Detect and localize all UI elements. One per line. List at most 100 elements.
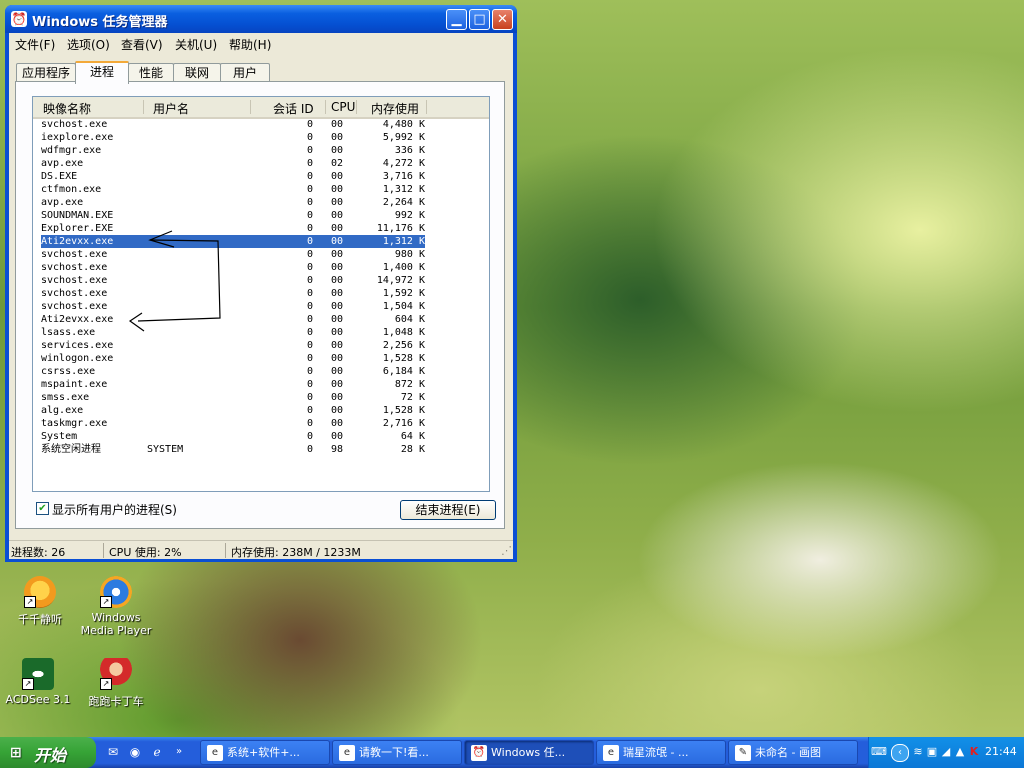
- menu-view[interactable]: 查看(V): [121, 36, 163, 53]
- column-divider[interactable]: [143, 100, 144, 114]
- table-row[interactable]: SOUNDMAN.EXE 0 00 992 K: [33, 209, 489, 222]
- process-name: svchost.exe: [41, 275, 108, 286]
- tab-applications[interactable]: 应用程序: [16, 63, 76, 82]
- process-session: 0: [306, 184, 313, 195]
- minimize-button[interactable]: ▁: [446, 9, 467, 30]
- task-button[interactable]: ✎ 未命名 - 画图: [728, 740, 858, 765]
- process-cpu: 00: [330, 288, 343, 299]
- window-title: Windows 任务管理器: [32, 15, 168, 30]
- column-image-name[interactable]: 映像名称: [43, 100, 91, 117]
- start-label: 开始: [34, 746, 67, 765]
- process-cpu: 00: [330, 223, 343, 234]
- task-button-active[interactable]: ⏰ Windows 任...: [464, 740, 594, 765]
- tab-networking[interactable]: 联网: [173, 63, 221, 82]
- table-row[interactable]: csrss.exe 0 00 6,184 K: [33, 365, 489, 378]
- end-process-button[interactable]: 结束进程(E): [400, 500, 496, 520]
- table-row[interactable]: System 0 00 64 K: [33, 430, 489, 443]
- msn-icon[interactable]: ✉: [104, 743, 122, 761]
- start-button[interactable]: ⊞ 开始: [0, 737, 96, 768]
- process-cpu: 00: [330, 366, 343, 377]
- table-row[interactable]: alg.exe 0 00 1,528 K: [33, 404, 489, 417]
- tab-processes[interactable]: 进程: [75, 61, 129, 84]
- menu-file[interactable]: 文件(F): [15, 36, 55, 53]
- table-row[interactable]: svchost.exe 0 00 1,504 K: [33, 300, 489, 313]
- table-row[interactable]: svchost.exe 0 00 4,480 K: [33, 118, 489, 131]
- internet-explorer-icon[interactable]: ℯ: [148, 743, 166, 761]
- table-row[interactable]: svchost.exe 0 00 980 K: [33, 248, 489, 261]
- process-memory: 1,048 K: [382, 327, 425, 338]
- desktop-icon-acdsee[interactable]: ↗ ACDSee 3.1: [0, 658, 76, 706]
- table-row[interactable]: DS.EXE 0 00 3,716 K: [33, 170, 489, 183]
- table-row[interactable]: iexplore.exe 0 00 5,992 K: [33, 131, 489, 144]
- task-button[interactable]: e 瑞星流氓 - ...: [596, 740, 726, 765]
- menu-help[interactable]: 帮助(H): [229, 36, 271, 53]
- column-cpu[interactable]: CPU: [331, 100, 355, 114]
- table-row[interactable]: svchost.exe 0 00 1,400 K: [33, 261, 489, 274]
- tab-performance[interactable]: 性能: [128, 63, 174, 82]
- process-memory: 11,176 K: [376, 223, 425, 234]
- menu-shutdown[interactable]: 关机(U): [175, 36, 217, 53]
- media-player-small-icon[interactable]: ◉: [126, 743, 144, 761]
- desktop-icon-label: 千千静听: [18, 613, 62, 626]
- wireless-icon[interactable]: ≋: [911, 745, 925, 759]
- table-row[interactable]: smss.exe 0 00 72 K: [33, 391, 489, 404]
- table-row[interactable]: svchost.exe 0 00 14,972 K: [33, 274, 489, 287]
- table-row[interactable]: wdfmgr.exe 0 00 336 K: [33, 144, 489, 157]
- task-button[interactable]: e 系统+软件+...: [200, 740, 330, 765]
- table-row[interactable]: 系统空闲进程 SYSTEM 0 98 28 K: [33, 443, 489, 456]
- process-memory: 14,972 K: [376, 275, 425, 286]
- table-row[interactable]: lsass.exe 0 00 1,048 K: [33, 326, 489, 339]
- column-divider[interactable]: [250, 100, 251, 114]
- desktop-icon-ttplayer[interactable]: ↗ 千千静听: [2, 576, 78, 627]
- column-divider[interactable]: [356, 100, 357, 114]
- desktop-icon-kartrider[interactable]: ↗ 跑跑卡丁车: [78, 658, 154, 709]
- checkbox-check-icon[interactable]: ✔: [36, 502, 49, 515]
- process-memory: 3,716 K: [382, 171, 425, 182]
- table-row[interactable]: Ati2evxx.exe 0 00 604 K: [33, 313, 489, 326]
- table-row[interactable]: svchost.exe 0 00 1,592 K: [33, 287, 489, 300]
- process-name: ctfmon.exe: [41, 184, 102, 195]
- column-user-name[interactable]: 用户名: [153, 100, 189, 117]
- table-row-selected[interactable]: Ati2evxx.exe 0 00 1,312 K: [41, 235, 425, 248]
- column-memory[interactable]: 内存使用: [371, 100, 419, 117]
- title-bar[interactable]: ⏰ Windows 任务管理器 ▁ □ ✕: [5, 5, 517, 33]
- process-session: 0: [306, 405, 313, 416]
- column-divider[interactable]: [426, 100, 427, 114]
- desktop-icon-wmp[interactable]: ↗ Windows Media Player: [78, 576, 154, 637]
- table-row[interactable]: Explorer.EXE 0 00 11,176 K: [33, 222, 489, 235]
- resize-grip-icon[interactable]: ⋰: [501, 544, 512, 557]
- column-divider[interactable]: [325, 100, 326, 114]
- process-session: 0: [306, 249, 313, 260]
- table-row[interactable]: avp.exe 0 00 2,264 K: [33, 196, 489, 209]
- network-icon[interactable]: ▣: [925, 745, 939, 759]
- process-list[interactable]: 映像名称 用户名 会话 ID CPU 内存使用 svchost.exe 0 00 4,…: [32, 96, 490, 492]
- table-row[interactable]: ctfmon.exe 0 00 1,312 K: [33, 183, 489, 196]
- process-session: 0: [306, 210, 313, 221]
- clock[interactable]: 21:44: [985, 745, 1017, 758]
- table-row[interactable]: winlogon.exe 0 00 1,528 K: [33, 352, 489, 365]
- antivirus-icon[interactable]: ▲: [953, 745, 967, 759]
- tray-expand-icon[interactable]: ‹: [891, 744, 909, 762]
- kaspersky-icon[interactable]: K: [967, 745, 981, 759]
- menu-options[interactable]: 选项(O): [67, 36, 110, 53]
- process-memory: 6,184 K: [382, 366, 425, 377]
- quick-launch-more-icon[interactable]: »: [170, 743, 188, 761]
- process-cpu: 00: [330, 119, 343, 130]
- minimize-icon: ▁: [451, 12, 462, 27]
- maximize-button[interactable]: □: [469, 9, 490, 30]
- column-session-id[interactable]: 会话 ID: [273, 100, 314, 117]
- table-row[interactable]: mspaint.exe 0 00 872 K: [33, 378, 489, 391]
- process-name: winlogon.exe: [41, 353, 114, 364]
- close-button[interactable]: ✕: [492, 9, 513, 30]
- process-name: Explorer.EXE: [41, 223, 114, 234]
- volume-icon[interactable]: ◢: [939, 745, 953, 759]
- process-cpu: 00: [330, 314, 343, 325]
- task-button[interactable]: e 请教一下!看...: [332, 740, 462, 765]
- table-row[interactable]: taskmgr.exe 0 00 2,716 K: [33, 417, 489, 430]
- tab-users[interactable]: 用户: [220, 63, 270, 82]
- table-row[interactable]: avp.exe 0 02 4,272 K: [33, 157, 489, 170]
- process-cpu: 00: [330, 197, 343, 208]
- keyboard-icon[interactable]: ⌨: [871, 745, 887, 759]
- desktop-icon-label: Windows Media Player: [80, 611, 152, 637]
- table-row[interactable]: services.exe 0 00 2,256 K: [33, 339, 489, 352]
